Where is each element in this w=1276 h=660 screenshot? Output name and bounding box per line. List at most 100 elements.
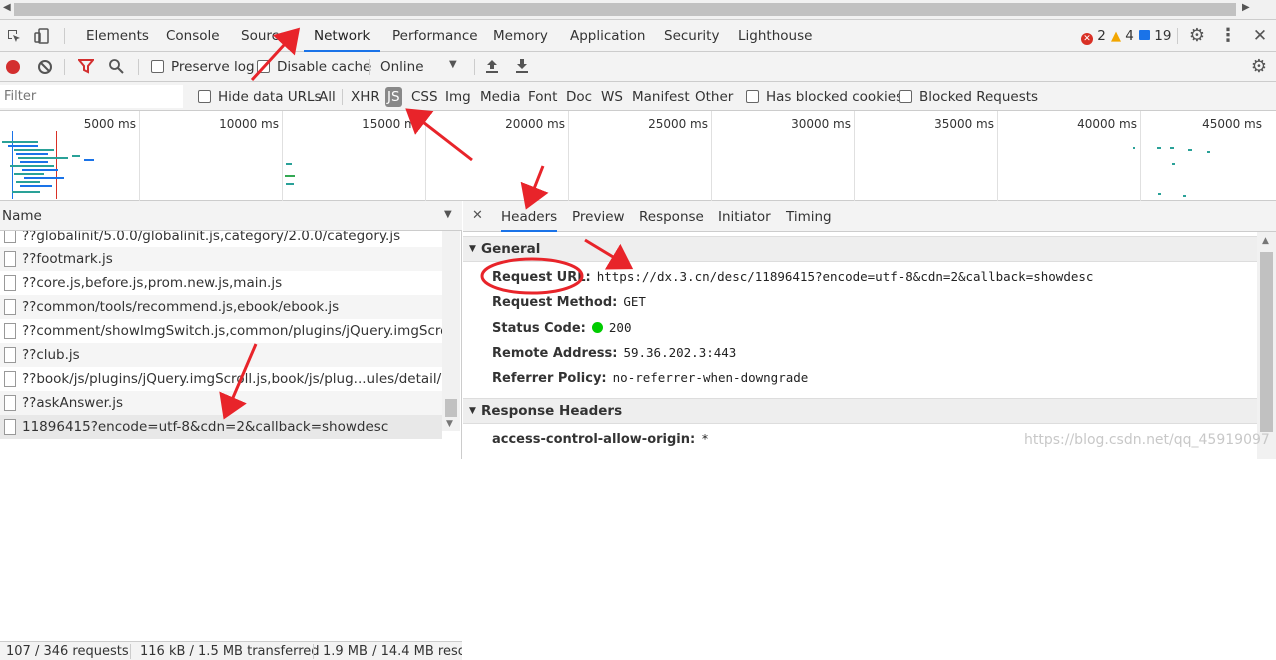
tab-response[interactable]: Response [639, 201, 704, 232]
tab-elements[interactable]: Elements [86, 20, 149, 52]
remote-address-row: Remote Address: 59.36.202.3:443 [492, 345, 736, 361]
scroll-up-icon[interactable]: ▲ [1262, 236, 1269, 246]
has-blocked-cookies-label[interactable]: Has blocked cookies [766, 89, 903, 105]
export-har-icon[interactable] [515, 58, 529, 78]
detail-scrollbar[interactable]: ▲ [1257, 232, 1276, 459]
tab-console[interactable]: Console [166, 20, 220, 52]
expand-triangle-icon: ▼ [469, 406, 476, 416]
type-filter-ws[interactable]: WS [601, 89, 623, 105]
tab-headers[interactable]: Headers [501, 201, 558, 232]
request-count: 107 / 346 requests [6, 644, 129, 659]
name-column-header[interactable]: Name ▼ [0, 201, 462, 231]
error-count: 2 [1097, 28, 1106, 44]
tab-memory[interactable]: Memory [493, 20, 548, 52]
disable-cache-checkbox[interactable] [257, 60, 270, 73]
network-settings-gear-icon[interactable]: ⚙ [1247, 52, 1271, 82]
scroll-down-icon[interactable]: ▼ [446, 419, 453, 429]
search-icon[interactable] [108, 58, 124, 78]
device-toolbar-icon[interactable] [30, 20, 54, 52]
scroll-left-icon[interactable]: ◀ [3, 2, 11, 13]
list-item[interactable]: ??askAnswer.js [0, 391, 442, 415]
type-filter-xhr[interactable]: XHR [351, 89, 380, 105]
blocked-requests-checkbox[interactable] [899, 90, 912, 103]
timeline-tick-label: 20000 ms [505, 117, 565, 131]
status-code-row: Status Code: 200 [492, 320, 631, 336]
request-name: ??askAnswer.js [22, 395, 124, 411]
horizontal-scrollbar[interactable]: ◀ ▶ [0, 0, 1276, 20]
scroll-right-icon[interactable]: ▶ [1242, 2, 1250, 13]
hide-data-urls-label[interactable]: Hide data URLs [218, 89, 322, 105]
clear-icon[interactable] [38, 60, 52, 74]
type-filter-manifest[interactable]: Manifest [632, 89, 690, 105]
response-headers-title: Response Headers [481, 403, 623, 419]
tab-application[interactable]: Application [570, 20, 645, 52]
more-options-icon[interactable]: ⋮ [1216, 20, 1240, 52]
list-item[interactable]: ??core.js,before.js,prom.new.js,main.js [0, 271, 442, 295]
type-filter-css[interactable]: CSS [411, 89, 438, 105]
list-item[interactable]: ??globalinit/5.0.0/globalinit.js,categor… [0, 231, 442, 245]
close-detail-icon[interactable]: ✕ [472, 208, 483, 223]
file-icon [4, 251, 16, 267]
general-section-header[interactable]: ▼ General [463, 236, 1257, 262]
scrollbar-thumb[interactable] [14, 3, 1236, 16]
tab-initiator[interactable]: Initiator [718, 201, 771, 232]
list-item[interactable]: ??footmark.js [0, 247, 442, 271]
name-header-label: Name [2, 208, 42, 224]
inspect-element-icon[interactable] [2, 20, 26, 52]
response-headers-section-header[interactable]: ▼ Response Headers [463, 398, 1257, 424]
request-name: ??footmark.js [22, 251, 113, 267]
timeline-tick-label: 25000 ms [648, 117, 708, 131]
request-list-scrollbar[interactable]: ▼ [442, 231, 460, 431]
settings-gear-icon[interactable]: ⚙ [1185, 20, 1209, 52]
scrollbar-thumb[interactable] [1260, 252, 1273, 432]
list-item[interactable]: ??book/js/plugins/jQuery.imgScroll.js,bo… [0, 367, 442, 391]
tab-performance[interactable]: Performance [392, 20, 478, 52]
type-filter-js[interactable]: JS [385, 87, 402, 107]
blocked-requests-label[interactable]: Blocked Requests [919, 89, 1038, 105]
disable-cache-label[interactable]: Disable cache [277, 59, 371, 75]
type-filter-all[interactable]: All [319, 89, 336, 105]
filter-input[interactable] [0, 85, 183, 108]
request-method-row: Request Method: GET [492, 294, 646, 310]
request-method-value: GET [623, 294, 646, 309]
type-filter-media[interactable]: Media [480, 89, 521, 105]
status-ok-icon [591, 322, 603, 333]
type-filter-font[interactable]: Font [528, 89, 557, 105]
list-item[interactable]: ??comment/showImgSwitch.js,common/plugin… [0, 319, 442, 343]
preserve-log-checkbox[interactable] [151, 60, 164, 73]
tab-timing[interactable]: Timing [786, 201, 832, 232]
type-filter-doc[interactable]: Doc [566, 89, 592, 105]
warning-icon: ▲ [1111, 29, 1121, 44]
info-counter[interactable]: 19 [1139, 20, 1171, 52]
timeline-tick-label: 10000 ms [219, 117, 279, 131]
tab-preview[interactable]: Preview [572, 201, 625, 232]
tab-lighthouse[interactable]: Lighthouse [738, 20, 812, 52]
filter-bar: Hide data URLs All XHR JS CSS Img Media … [0, 82, 1276, 111]
close-devtools-icon[interactable]: ✕ [1248, 20, 1272, 52]
sort-chevron-down-icon[interactable]: ▼ [444, 209, 452, 220]
message-icon [1139, 30, 1150, 40]
import-har-icon[interactable] [485, 58, 499, 78]
tab-security[interactable]: Security [664, 20, 719, 52]
record-button[interactable] [6, 60, 20, 74]
tab-sources[interactable]: Sources [241, 20, 294, 52]
filter-funnel-icon[interactable] [76, 58, 96, 78]
acao-value: * [701, 431, 709, 446]
list-item-selected[interactable]: 11896415?encode=utf-8&cdn=2&callback=sho… [0, 415, 442, 439]
throttling-select[interactable]: Online [380, 59, 424, 75]
scrollbar-thumb[interactable] [445, 399, 457, 417]
file-icon [4, 347, 16, 363]
hide-data-urls-checkbox[interactable] [198, 90, 211, 103]
type-filter-other[interactable]: Other [695, 89, 733, 105]
has-blocked-cookies-checkbox[interactable] [746, 90, 759, 103]
chevron-down-icon[interactable]: ▼ [449, 59, 457, 70]
warning-counter[interactable]: ▲ 4 [1111, 20, 1134, 53]
error-counter[interactable]: ✕ 2 [1081, 20, 1106, 52]
network-overview-timeline[interactable]: 5000 ms 10000 ms 15000 ms 20000 ms 25000… [0, 111, 1276, 201]
type-filter-img[interactable]: Img [445, 89, 471, 105]
request-name: ??common/tools/recommend.js,ebook/ebook.… [22, 299, 340, 315]
list-item[interactable]: ??common/tools/recommend.js,ebook/ebook.… [0, 295, 442, 319]
preserve-log-label[interactable]: Preserve log [171, 59, 255, 75]
tab-network[interactable]: Network [304, 20, 381, 52]
list-item[interactable]: ??club.js [0, 343, 442, 367]
